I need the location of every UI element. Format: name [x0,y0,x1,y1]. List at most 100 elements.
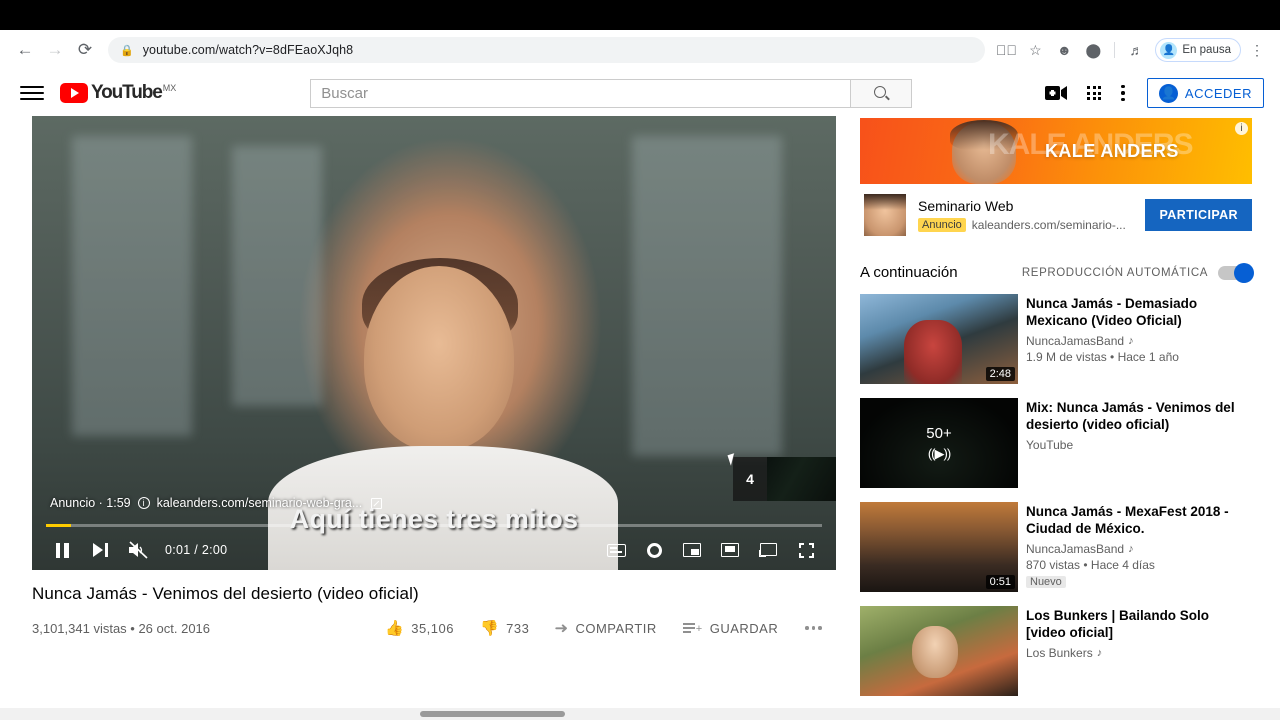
video-player[interactable]: 4 Anuncio · 1:59 i kaleanders.com/semina… [32,116,836,570]
circle-extension-icon[interactable]: ⬤ [1080,37,1106,63]
cast-button[interactable] [749,531,787,569]
reload-button[interactable]: ⟳ [70,35,100,65]
back-icon: ← [17,40,34,60]
ad-title: Seminario Web [918,198,1133,214]
ad-cta-button[interactable]: PARTICIPAR [1145,199,1252,231]
suggestion-title: Mix: Nunca Jamás - Venimos del desierto … [1026,399,1252,433]
thumbnail[interactable] [860,606,1018,696]
hamburger-icon[interactable] [20,86,44,100]
pause-button[interactable] [43,531,81,569]
dislike-button[interactable]: 👎 733 [467,613,542,643]
music-note-icon: ♪ [1128,543,1134,555]
thumbnail[interactable]: 0:51 [860,502,1018,592]
thumbnail[interactable]: 50+ ((▶)) [860,398,1018,488]
youtube-country-code: MX [163,83,177,93]
list-item[interactable]: 0:51 Nunca Jamás - MexaFest 2018 - Ciuda… [860,495,1252,599]
autoplay-control: REPRODUCCIÓN AUTOMÁTICA [1022,266,1252,280]
forward-button[interactable]: → [40,35,70,65]
list-item[interactable]: 50+ ((▶)) Mix: Nunca Jamás - Venimos del… [860,391,1252,495]
cast-icon [759,543,777,557]
ad-info-icon[interactable]: i [1235,122,1248,135]
smiley-extension-icon[interactable]: ☻ [1051,37,1077,63]
browser-menu-icon[interactable]: ⋮ [1244,37,1270,63]
duration-badge: 2:48 [986,367,1015,381]
address-bar-url: youtube.com/watch?v=8dFEaoXJqh8 [143,43,354,57]
list-item[interactable]: Los Bunkers | Bailando Solo [video ofici… [860,599,1252,703]
video-title: Nunca Jamás - Venimos del desierto (vide… [32,584,836,604]
autoplay-label: REPRODUCCIÓN AUTOMÁTICA [1022,267,1208,279]
mix-count: 50+ [926,425,951,442]
forward-icon: → [47,40,64,60]
horizontal-scrollbar[interactable] [0,708,1280,720]
theater-mode-icon [721,543,739,557]
next-video-button[interactable] [81,531,119,569]
video-bokeh [232,146,322,406]
youtube-logo[interactable]: YouTube MX [60,82,176,104]
player-controls-right [597,531,825,569]
browser-titlebar [0,0,1280,30]
scrollbar-thumb[interactable] [420,711,565,717]
youtube-page: YouTube MX Buscar 👤 ACCEDER [0,70,1280,720]
search-input[interactable]: Buscar [310,79,850,108]
suggestion-title: Nunca Jamás - Demasiado Mexicano (Video … [1026,295,1252,329]
profile-chip[interactable]: 👤 En pausa [1155,38,1241,62]
suggestion-title: Nunca Jamás - MexaFest 2018 - Ciudad de … [1026,503,1252,537]
search-area: Buscar [310,79,912,108]
thumbs-up-icon: 👍 [385,619,404,637]
back-button[interactable]: ← [10,35,40,65]
share-button[interactable]: ➜ COMPARTIR [542,613,669,643]
video-bokeh [72,136,192,436]
share-label: COMPARTIR [575,621,656,636]
search-button[interactable] [850,79,912,108]
suggestion-channel[interactable]: YouTube [1026,438,1252,452]
more-options-icon[interactable] [791,626,836,630]
list-item[interactable]: 2:48 Nunca Jamás - Demasiado Mexicano (V… [860,287,1252,391]
media-control-icon[interactable]: ♬ [1123,37,1149,63]
theater-button[interactable] [711,531,749,569]
time-display: 0:01 / 2:00 [165,543,227,557]
suggestion-channel[interactable]: NuncaJamasBand ♪ [1026,542,1252,556]
channel-name: NuncaJamasBand [1026,334,1124,348]
account-icon: 👤 [1159,84,1178,103]
address-bar[interactable]: 🔒 youtube.com/watch?v=8dFEaoXJqh8 [108,37,985,63]
search-placeholder: Buscar [321,85,368,102]
save-button[interactable]: + GUARDAR [670,613,791,643]
eye-slash-icon[interactable]: 👁⃠ [993,37,1019,63]
sidebar-ad-card[interactable]: KALE ANDERS KALE ANDERS i Seminario Web … [860,118,1252,236]
youtube-play-icon [60,83,88,103]
channel-name: Los Bunkers [1026,646,1093,660]
star-icon[interactable]: ☆ [1022,37,1048,63]
channel-name: YouTube [1026,438,1073,452]
page-content: 4 Anuncio · 1:59 i kaleanders.com/semina… [0,116,1280,703]
ad-display-url: kaleanders.com/seminario-... [972,218,1126,232]
skip-ad-countdown[interactable]: 4 [733,457,836,501]
create-video-icon[interactable] [1045,85,1067,101]
suggestion-stats: 870 vistas • Hace 4 días [1026,558,1252,572]
suggestions-list: 2:48 Nunca Jamás - Demasiado Mexicano (V… [860,287,1252,703]
new-badge: Nuevo [1026,576,1066,588]
fullscreen-button[interactable] [787,531,825,569]
subtitles-button[interactable] [597,531,635,569]
mix-radio-icon: ((▶)) [928,446,950,462]
progress-bar-row[interactable] [46,524,822,527]
suggestion-channel[interactable]: Los Bunkers ♪ [1026,646,1252,660]
apps-grid-icon[interactable] [1087,86,1101,100]
miniplayer-button[interactable] [673,531,711,569]
video-subject-face [364,266,514,451]
signin-button[interactable]: 👤 ACCEDER [1147,78,1264,108]
suggestion-info: Los Bunkers | Bailando Solo [video ofici… [1026,606,1252,696]
suggestion-channel[interactable]: NuncaJamasBand ♪ [1026,334,1252,348]
ad-banner[interactable]: KALE ANDERS KALE ANDERS i [860,118,1252,184]
duration-badge: 0:51 [986,575,1015,589]
progress-track[interactable] [46,524,822,527]
thumbnail[interactable]: 2:48 [860,294,1018,384]
ad-subline: Anuncio kaleanders.com/seminario-... [918,218,1133,232]
settings-button[interactable] [635,531,673,569]
like-button[interactable]: 👍 35,106 [372,613,467,643]
pause-icon [56,543,69,558]
suggestion-info: Nunca Jamás - Demasiado Mexicano (Video … [1026,294,1252,384]
header-kebab-icon[interactable] [1121,85,1125,102]
autoplay-toggle[interactable] [1218,266,1252,280]
mute-button[interactable] [119,531,157,569]
video-actions: 👍 35,106 👎 733 ➜ COMPARTIR + [372,613,836,643]
